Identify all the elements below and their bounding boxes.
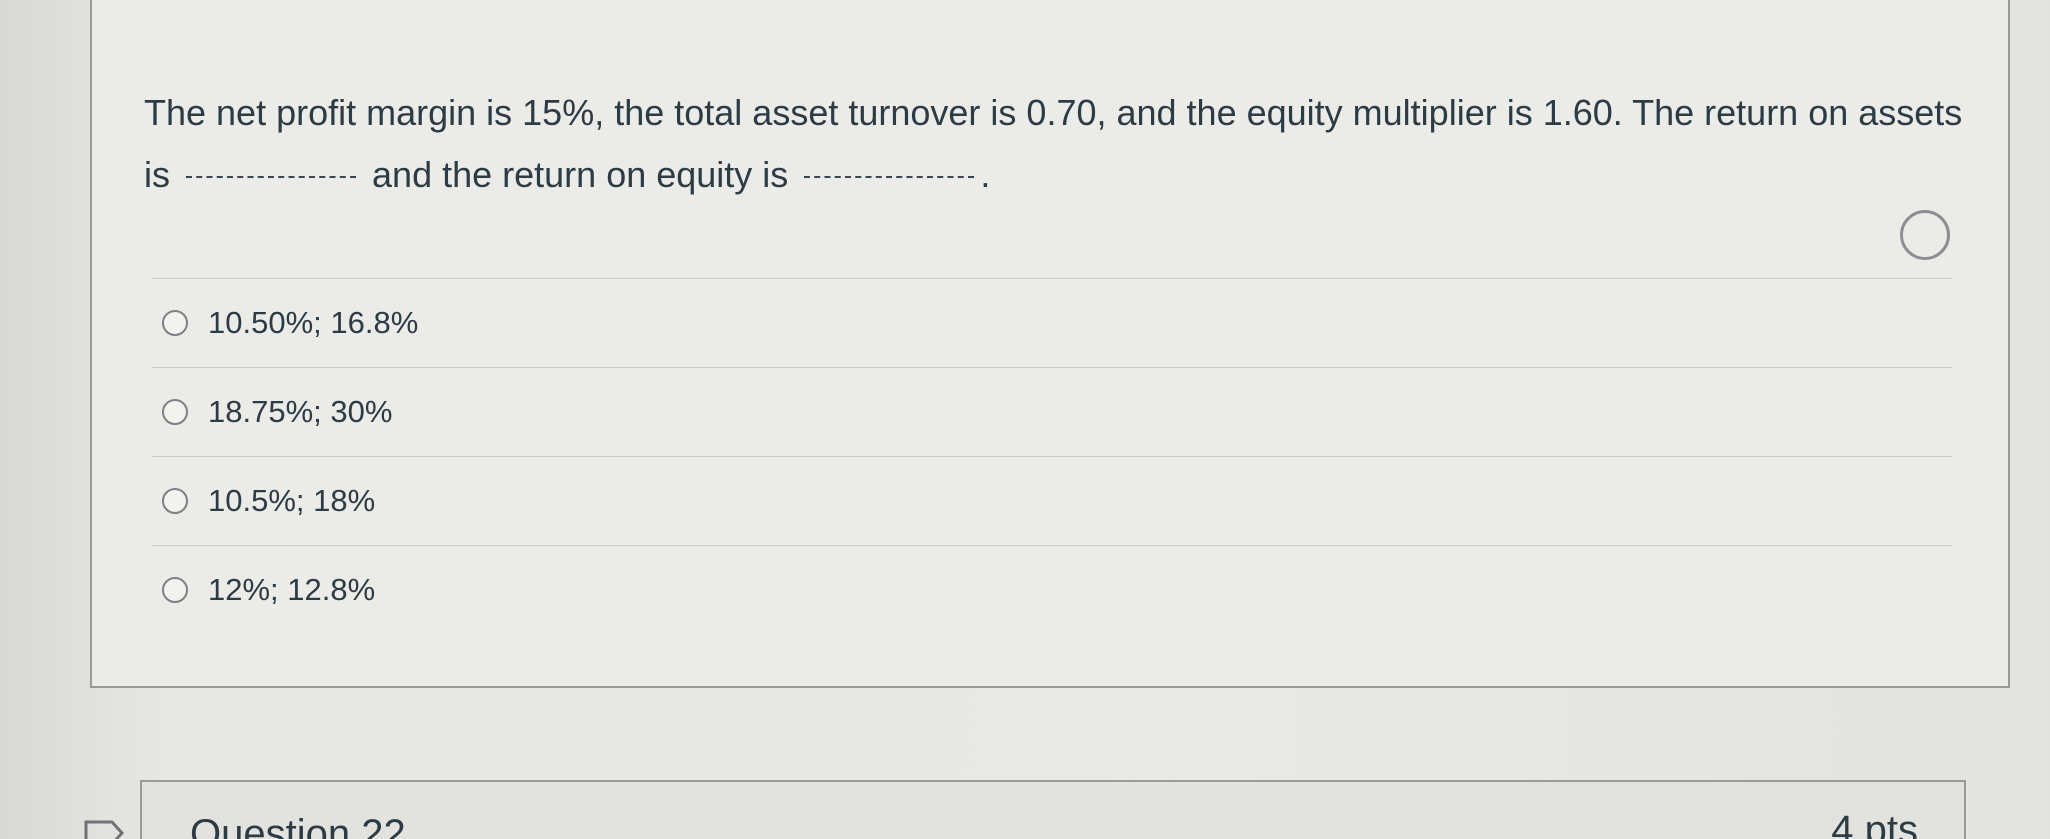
next-question-card: Question 22 4 pts bbox=[140, 780, 1966, 839]
question-text: The net profit margin is 15%, the total … bbox=[144, 82, 1964, 206]
answer-option-1[interactable]: 10.50%; 16.8% bbox=[152, 278, 1952, 367]
radio-button[interactable] bbox=[162, 488, 188, 514]
answer-label: 10.50%; 16.8% bbox=[208, 305, 419, 340]
question-text-end: . bbox=[980, 154, 991, 195]
next-question-points: 4 pts bbox=[1831, 808, 1918, 839]
answer-option-2[interactable]: 18.75%; 30% bbox=[152, 367, 1952, 456]
answer-label: 12%; 12.8% bbox=[208, 572, 376, 607]
flag-question-icon[interactable] bbox=[1900, 210, 1950, 260]
answer-option-4[interactable]: 12%; 12.8% bbox=[152, 545, 1952, 634]
blank-roe bbox=[804, 176, 975, 179]
radio-button[interactable] bbox=[162, 399, 188, 425]
next-question-title: Question 22 bbox=[190, 812, 406, 839]
blank-roa bbox=[186, 176, 357, 179]
answer-list: 10.50%; 16.8% 18.75%; 30% 10.5%; 18% 12%… bbox=[152, 278, 1952, 634]
bookmark-icon[interactable] bbox=[82, 818, 126, 839]
answer-option-3[interactable]: 10.5%; 18% bbox=[152, 456, 1952, 545]
radio-button[interactable] bbox=[162, 577, 188, 603]
answer-label: 18.75%; 30% bbox=[208, 394, 393, 429]
radio-button[interactable] bbox=[162, 310, 188, 336]
question-text-part2: and the return on equity is bbox=[372, 154, 789, 195]
answer-label: 10.5%; 18% bbox=[208, 483, 376, 518]
question-card: The net profit margin is 15%, the total … bbox=[90, 0, 2010, 688]
